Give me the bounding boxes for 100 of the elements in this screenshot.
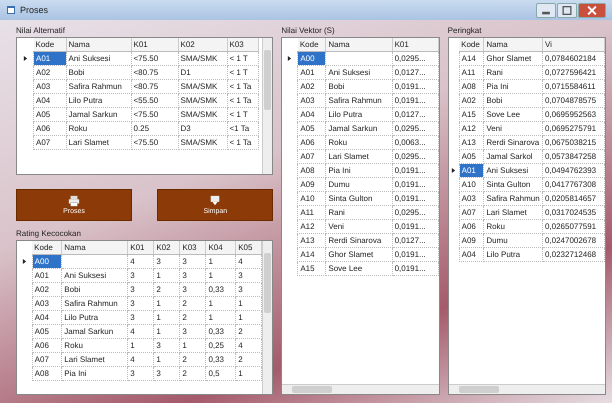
column-header[interactable]: K03 bbox=[180, 241, 206, 254]
table-cell: A02 bbox=[459, 94, 484, 108]
column-header[interactable]: Kode bbox=[32, 241, 62, 254]
table-cell: D1 bbox=[178, 66, 227, 80]
table-cell: Safira Rahmun bbox=[326, 94, 392, 108]
table-cell: A09 bbox=[459, 234, 484, 248]
table-cell: 3 bbox=[154, 338, 180, 352]
section-label: Peringkat bbox=[448, 26, 482, 35]
column-header[interactable]: K01 bbox=[392, 38, 438, 52]
column-header[interactable]: K01 bbox=[128, 241, 154, 254]
table-cell: 0,0191... bbox=[392, 164, 438, 178]
table-cell: 0,0063... bbox=[392, 136, 438, 150]
table-cell: 0,0127... bbox=[392, 108, 438, 122]
close-icon[interactable] bbox=[578, 2, 606, 18]
table-cell: A08 bbox=[459, 80, 484, 94]
table-cell: 1 bbox=[154, 268, 180, 282]
table-cell: 0,0295... bbox=[392, 150, 438, 164]
window-icon bbox=[6, 5, 16, 15]
table-cell: <80.75 bbox=[131, 66, 178, 80]
table-cell: <75.50 bbox=[131, 52, 178, 66]
table-cell: Pia Ini bbox=[484, 80, 542, 94]
table-cell: Roku bbox=[326, 136, 392, 150]
table-cell: Jamal Sarkun bbox=[66, 108, 131, 122]
table-cell: A15 bbox=[459, 108, 484, 122]
table-cell: 3 bbox=[180, 282, 206, 296]
column-header[interactable]: Nama bbox=[62, 241, 128, 254]
table-cell: 0,0675038215 bbox=[542, 136, 604, 150]
table-cell: Lari Slamet bbox=[326, 150, 392, 164]
column-header[interactable]: K02 bbox=[154, 241, 180, 254]
column-header[interactable]: Nama bbox=[66, 38, 131, 52]
table-cell: A06 bbox=[459, 220, 484, 234]
table-cell: Bobi bbox=[66, 66, 131, 80]
table-cell: Bobi bbox=[62, 282, 128, 296]
table-cell: < 1 T bbox=[227, 108, 258, 122]
column-header[interactable]: Vi bbox=[542, 38, 604, 52]
table-cell: A15 bbox=[298, 262, 326, 276]
column-header[interactable]: K03 bbox=[227, 38, 258, 52]
table-cell: A07 bbox=[298, 150, 326, 164]
table-cell: Ghor Slamet bbox=[326, 248, 392, 262]
table-cell bbox=[326, 52, 392, 66]
table-cell: Bobi bbox=[326, 80, 392, 94]
table-cell: SMA/SMK bbox=[178, 80, 227, 94]
table-cell: 3 bbox=[128, 282, 154, 296]
table-cell: 4 bbox=[128, 254, 154, 268]
table-cell bbox=[62, 254, 128, 268]
table-cell: 3 bbox=[180, 254, 206, 268]
table-cell: 0,0191... bbox=[392, 94, 438, 108]
table-cell: 1 bbox=[154, 310, 180, 324]
column-header[interactable]: Kode bbox=[459, 38, 484, 52]
vertical-scrollbar[interactable] bbox=[262, 38, 272, 174]
table-cell: A09 bbox=[298, 178, 326, 192]
table-cell: Veni bbox=[484, 122, 542, 136]
table-cell: Roku bbox=[62, 338, 128, 352]
column-header[interactable]: Kode bbox=[298, 38, 326, 52]
table-cell: Safira Rahmun bbox=[66, 80, 131, 94]
table-cell: Lilo Putra bbox=[62, 310, 128, 324]
table-cell: Jamal Sarkol bbox=[484, 150, 542, 164]
table-cell: 0,0317024535 bbox=[542, 206, 604, 220]
table-cell: A04 bbox=[32, 310, 62, 324]
column-header[interactable]: K02 bbox=[178, 38, 227, 52]
table-cell: A02 bbox=[298, 80, 326, 94]
table-cell: 2 bbox=[180, 310, 206, 324]
table-cell: A05 bbox=[32, 324, 62, 338]
vertical-scrollbar[interactable] bbox=[262, 241, 272, 394]
table-cell: 0,0573847258 bbox=[542, 150, 604, 164]
minimize-icon[interactable] bbox=[536, 2, 556, 18]
table-cell: 1 bbox=[180, 338, 206, 352]
section-label: Rating Kecocokan bbox=[16, 229, 82, 238]
column-header[interactable]: Nama bbox=[326, 38, 392, 52]
current-row-icon bbox=[22, 259, 27, 264]
table-cell: 0,0295... bbox=[392, 206, 438, 220]
table-cell: A03 bbox=[298, 94, 326, 108]
table-cell: 0,0205814657 bbox=[542, 192, 604, 206]
section-label: Nilai Vektor (S) bbox=[281, 26, 336, 35]
table-cell: < 1 Ta bbox=[227, 94, 258, 108]
table-cell: 0,33 bbox=[206, 324, 236, 338]
table-cell: < 1 Ta bbox=[227, 80, 258, 94]
table-cell: <75.50 bbox=[131, 108, 178, 122]
table-cell: 3 bbox=[128, 268, 154, 282]
column-header[interactable]: K04 bbox=[206, 241, 236, 254]
table-cell: 2 bbox=[154, 282, 180, 296]
table-cell: Sinta Gulton bbox=[484, 178, 542, 192]
table-cell: 0,33 bbox=[206, 352, 236, 366]
table-cell: Lilo Putra bbox=[326, 108, 392, 122]
table-cell: A07 bbox=[34, 136, 66, 150]
table-cell: A14 bbox=[298, 248, 326, 262]
column-header[interactable]: K05 bbox=[236, 241, 262, 254]
column-header[interactable]: Nama bbox=[484, 38, 542, 52]
horizontal-scrollbar[interactable] bbox=[282, 384, 439, 394]
table-cell: 0.25 bbox=[131, 122, 178, 136]
column-header[interactable]: K01 bbox=[131, 38, 178, 52]
maximize-icon[interactable] bbox=[557, 2, 577, 18]
horizontal-scrollbar[interactable] bbox=[448, 384, 605, 394]
table-cell: Rani bbox=[326, 206, 392, 220]
column-header[interactable]: Kode bbox=[34, 38, 66, 52]
table-cell: Safira Rahmun bbox=[62, 296, 128, 310]
table-cell: Pia Ini bbox=[62, 366, 128, 380]
table-cell: 0,25 bbox=[206, 338, 236, 352]
table-cell: Dumu bbox=[484, 234, 542, 248]
table-cell: 0,0191... bbox=[392, 220, 438, 234]
